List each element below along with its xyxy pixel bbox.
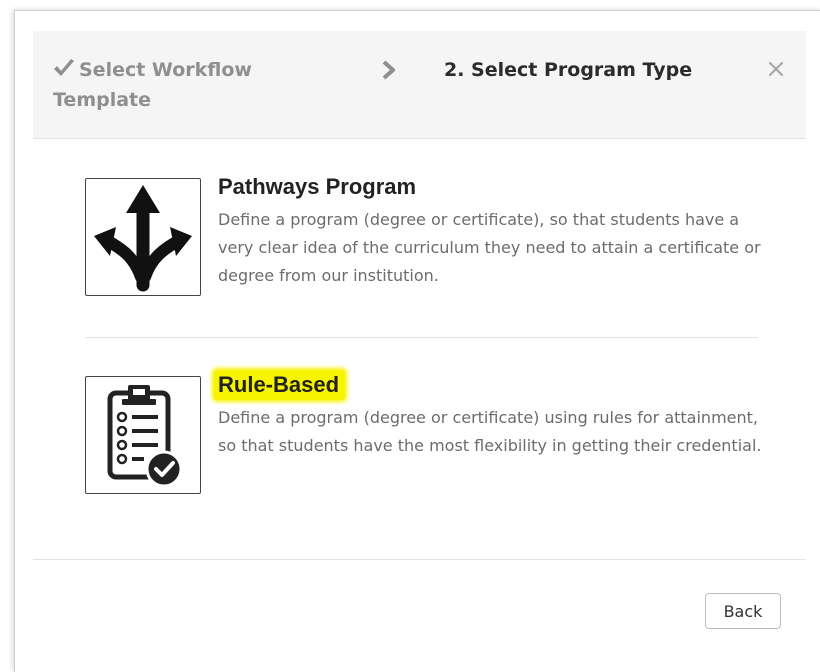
chevron-right-icon [382,60,395,80]
option-description: Define a program (degree or certificate)… [218,408,762,455]
option-rule-based[interactable]: Rule-Based Define a program (degree or c… [85,370,765,496]
back-button[interactable]: Back [705,593,781,629]
option-description: Define a program (degree or certificate)… [218,210,761,285]
footer-divider [33,559,806,560]
option-title-highlighted: Rule-Based [214,370,346,400]
option-title: Pathways Program [218,174,417,199]
rule-based-icon-box [85,376,201,494]
step-1-label: Select Workflow Template [53,59,252,111]
step-2-active: 2. Select Program Type [444,59,693,81]
option-divider [85,337,758,338]
close-icon[interactable] [766,59,786,79]
step-1-completed[interactable]: Select Workflow Template [53,55,293,115]
wizard-header: Select Workflow Template 2. Select Progr… [33,31,806,139]
pathways-icon-box [85,178,201,296]
checkmark-icon [54,59,74,76]
clipboard-checklist-icon [107,385,183,488]
branching-arrows-icon [94,185,192,292]
program-wizard-dialog: Select Workflow Template 2. Select Progr… [14,10,820,672]
option-pathways-program[interactable]: Pathways Program Define a program (degre… [85,174,765,298]
